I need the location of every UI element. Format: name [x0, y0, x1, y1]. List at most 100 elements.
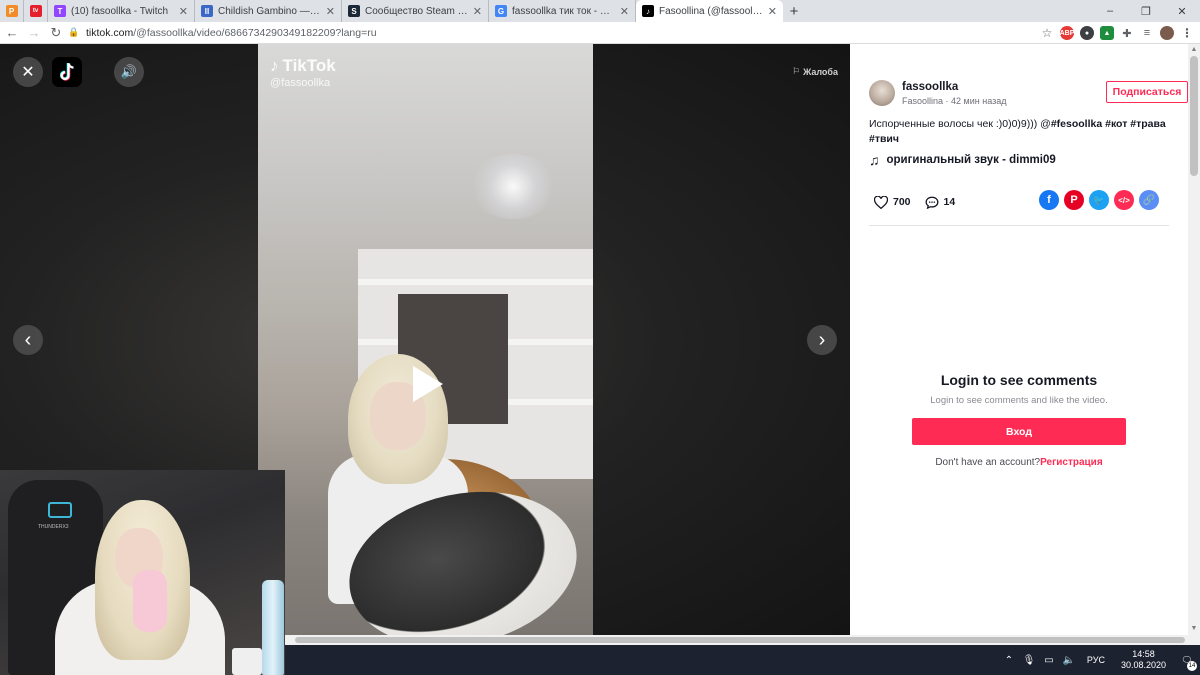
- tab-close-icon[interactable]: ✕: [620, 5, 629, 18]
- next-video-button[interactable]: ›: [807, 325, 837, 355]
- taskbar-clock[interactable]: 14:58 30.08.2020: [1121, 649, 1166, 671]
- watermark-brand: TikTok: [282, 56, 336, 75]
- scroll-up-icon[interactable]: ▲: [1190, 46, 1198, 54]
- tab-twitch[interactable]: T (10) fasoollka - Twitch ✕: [48, 0, 195, 22]
- volume-icon[interactable]: 🔈: [1062, 655, 1076, 666]
- extensions-puzzle-icon[interactable]: ✚: [1120, 26, 1134, 40]
- media-control-icon[interactable]: ≡: [1140, 26, 1154, 40]
- hscrollbar-thumb[interactable]: [295, 637, 1185, 643]
- video-frame[interactable]: [258, 44, 593, 635]
- login-title: Login to see comments: [940, 372, 1098, 388]
- play-icon[interactable]: [413, 366, 443, 402]
- tab-pinned-2[interactable]: tv: [24, 0, 48, 22]
- lock-icon[interactable]: 🔒: [68, 27, 80, 39]
- pinterest-share-icon[interactable]: P: [1064, 190, 1084, 210]
- close-video-button[interactable]: ✕: [13, 57, 43, 87]
- report-label: Жалоба: [803, 66, 838, 77]
- twitter-share-icon[interactable]: 🐦: [1089, 190, 1109, 210]
- reload-icon[interactable]: ↻: [46, 23, 66, 43]
- tab-close-icon[interactable]: ✕: [768, 5, 777, 18]
- new-tab-button[interactable]: +: [783, 0, 805, 22]
- previous-video-button[interactable]: ‹: [13, 325, 43, 355]
- author-name[interactable]: fassoollka: [902, 81, 958, 93]
- page-horizontal-scrollbar[interactable]: [285, 635, 1200, 645]
- video-info-panel: fassoollka Fasoollina · 42 мин назад Под…: [850, 44, 1188, 635]
- chair-logo-icon: [48, 502, 72, 518]
- tab-steam[interactable]: S Сообщество Steam :: Чилипизд ✕: [342, 0, 489, 22]
- tab-title: fassoollka тик ток - Поиск в Goo: [512, 5, 616, 17]
- adblock-icon[interactable]: ABP: [1060, 26, 1074, 40]
- speaker-icon: 🔊: [120, 64, 138, 79]
- back-arrow-icon[interactable]: ←: [2, 23, 22, 43]
- music-row[interactable]: ♫ оригинальный звук - dimmi09: [869, 152, 1056, 168]
- author-avatar[interactable]: [869, 80, 895, 106]
- tab-favicon-icon: tv: [29, 5, 42, 17]
- tab-favicon-icon: P: [5, 5, 18, 17]
- signup-link[interactable]: Регистрация: [1040, 457, 1103, 468]
- author-subtitle: Fasoollina · 42 мин назад: [902, 96, 1007, 106]
- report-button[interactable]: ⚐ Жалоба: [792, 66, 838, 77]
- heart-icon: [874, 195, 888, 209]
- show-hidden-icons-icon[interactable]: ⌃: [1002, 655, 1016, 666]
- steam-favicon-icon: S: [348, 5, 360, 17]
- comment-stat[interactable]: 14: [925, 196, 956, 209]
- url-path: /@fassoollka/video/6866734290349182209?l…: [133, 27, 377, 39]
- music-note-icon: ♫: [869, 152, 880, 168]
- tab-title: (10) fasoollka - Twitch: [71, 5, 169, 17]
- tab-crawl[interactable]: II Childish Gambino — Crawl ✕: [195, 0, 342, 22]
- close-window-icon[interactable]: ✕: [1164, 0, 1200, 22]
- scroll-down-icon[interactable]: ▼: [1190, 625, 1198, 633]
- tiktok-logo[interactable]: [52, 57, 82, 87]
- stats-row: 700 14 f P 🐦 </> 🔗: [874, 190, 1174, 214]
- microphone: [133, 570, 167, 632]
- microphone-icon[interactable]: 🎙: [1022, 655, 1036, 666]
- like-stat[interactable]: 700: [874, 195, 911, 209]
- minimize-icon[interactable]: –: [1092, 0, 1128, 22]
- flag-icon: ⚐: [792, 66, 801, 76]
- tab-tiktok-active[interactable]: ♪ Fasoollina (@fassoollka) TikTok | ✕: [636, 0, 783, 22]
- comment-count: 14: [943, 196, 956, 208]
- page-vertical-scrollbar[interactable]: ▲ ▼: [1188, 44, 1200, 635]
- browser-menu-icon[interactable]: ⋮: [1180, 26, 1194, 40]
- green-extension-icon[interactable]: ▲: [1100, 26, 1114, 40]
- forward-arrow-icon[interactable]: →: [24, 23, 44, 43]
- mute-button[interactable]: 🔊: [114, 57, 144, 87]
- tiktok-watermark: ♪ TikTok @fassoollka: [270, 56, 336, 89]
- login-button[interactable]: Вход: [912, 418, 1126, 445]
- comment-icon: [925, 196, 939, 209]
- watermark-handle: @fassoollka: [270, 77, 331, 89]
- tiktok-logo-icon: [59, 63, 74, 81]
- tiktok-favicon-icon: ♪: [642, 5, 654, 17]
- system-tray: ⌃ 🎙 ▭ 🔈 РУС 14:58 30.08.2020 🗨 14: [999, 645, 1200, 675]
- tab-pinned-1[interactable]: P: [0, 0, 24, 22]
- extension-icons: ☆ ABP ● ▲ ✚ ≡ ⋮: [1040, 24, 1194, 42]
- tab-close-icon[interactable]: ✕: [179, 5, 188, 18]
- bookmark-star-icon[interactable]: ☆: [1040, 26, 1054, 40]
- restore-icon[interactable]: ❐: [1128, 0, 1164, 22]
- music-title[interactable]: оригинальный звук - dimmi09: [887, 154, 1056, 166]
- follow-button[interactable]: Подписаться: [1106, 81, 1188, 103]
- facebook-share-icon[interactable]: f: [1039, 190, 1059, 210]
- scrollbar-thumb[interactable]: [1190, 56, 1198, 176]
- tab-close-icon[interactable]: ✕: [473, 5, 482, 18]
- video-caption: Испорченные волосы чек :)0)0)9))) @#feso…: [869, 117, 1169, 147]
- tiktok-note-icon: ♪: [270, 56, 279, 75]
- input-language[interactable]: РУС: [1087, 655, 1105, 665]
- embed-code-icon[interactable]: </>: [1114, 190, 1134, 210]
- windows-taskbar: ⌃ 🎙 ▭ 🔈 РУС 14:58 30.08.2020 🗨 14: [285, 645, 1200, 675]
- copy-link-icon[interactable]: 🔗: [1139, 190, 1159, 210]
- account-extension-icon[interactable]: ●: [1080, 26, 1094, 40]
- vk-favicon-icon: II: [201, 5, 213, 17]
- tab-google[interactable]: G fassoollka тик ток - Поиск в Goo ✕: [489, 0, 636, 22]
- panel-divider: [869, 225, 1169, 226]
- login-prompt: Login to see comments Login to see comme…: [869, 372, 1169, 468]
- network-icon[interactable]: ▭: [1042, 655, 1056, 666]
- webcam-overlay: THUNDERX3: [0, 470, 285, 675]
- browser-toolbar: ← → ↻ 🔒 tiktok.com/@fassoollka/video/686…: [0, 22, 1200, 44]
- action-center-button[interactable]: 🗨 14: [1174, 645, 1200, 675]
- profile-avatar[interactable]: [1160, 26, 1174, 40]
- clock-date: 30.08.2020: [1120, 660, 1166, 670]
- tab-close-icon[interactable]: ✕: [326, 5, 335, 18]
- address-bar[interactable]: 🔒 tiktok.com/@fassoollka/video/686673429…: [68, 24, 1048, 42]
- author-row: fassoollka Fasoollina · 42 мин назад Под…: [869, 80, 1188, 110]
